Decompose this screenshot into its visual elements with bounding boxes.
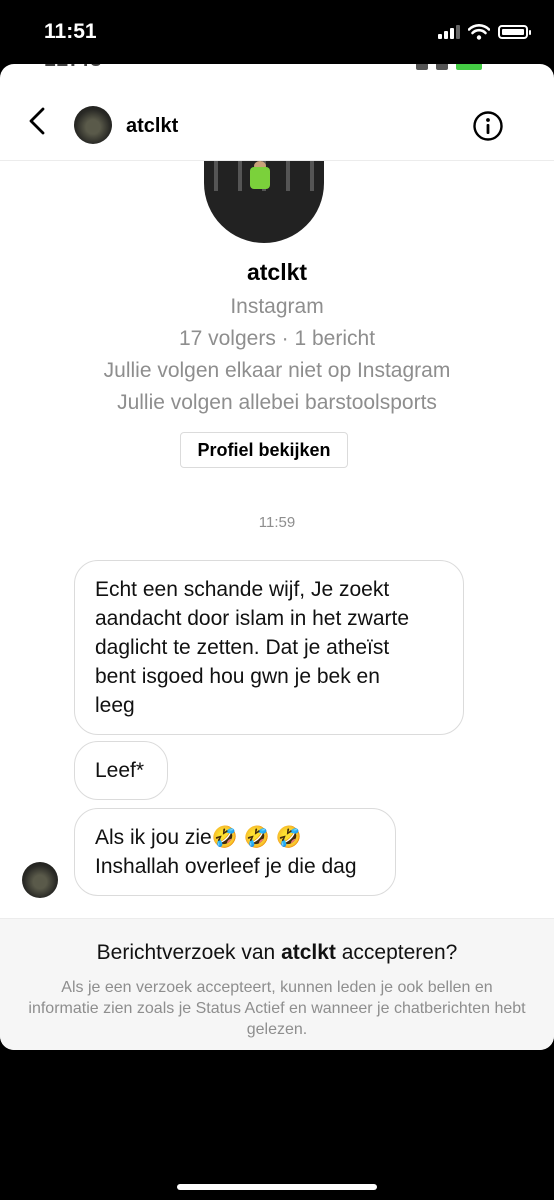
home-indicator[interactable] (177, 1184, 377, 1190)
embedded-status-icons (416, 64, 482, 70)
profile-subtitle: Instagram (230, 295, 324, 318)
message-line: leeg (95, 694, 135, 717)
wifi-icon (468, 24, 490, 40)
embedded-status-time: 12:48 (44, 64, 103, 72)
message-line: Leef* (95, 759, 145, 782)
avatar[interactable] (74, 106, 112, 144)
message-line: daglicht te zetten. Dat je atheïst (95, 636, 390, 659)
message-bubble[interactable]: Als ik jou zie🤣 🤣 🤣 Inshallah overleef j… (74, 808, 396, 896)
request-title-user: atclkt (281, 941, 336, 964)
message-line: Inshallah overleef je die dag (95, 855, 357, 878)
embedded-status-bar: 12:48 (0, 64, 554, 72)
sender-avatar[interactable] (22, 862, 58, 898)
profile-picture[interactable] (204, 161, 324, 243)
status-bar: 11:51 (0, 0, 554, 64)
request-description: Als je een verzoek accepteert, kunnen le… (28, 979, 526, 1038)
profile-name: atclkt (246, 259, 308, 285)
request-title-suffix: accepteren? (335, 941, 458, 964)
message-timestamp: 11:59 (258, 514, 296, 531)
request-title-prefix: Berichtverzoek van (96, 941, 282, 964)
message-line: Echt een schande wijf, Je zoekt (95, 578, 390, 601)
status-icons (438, 24, 531, 40)
follow-note-1: Jullie volgen elkaar niet op Instagram (103, 359, 451, 382)
follow-note-2: Jullie volgen allebei barstoolsports (117, 391, 437, 414)
message-bubble[interactable]: Leef* (74, 741, 168, 800)
info-icon[interactable] (472, 110, 504, 142)
battery-icon (498, 25, 531, 39)
message-bubble[interactable]: Echt een schande wijf, Je zoekt aandacht… (74, 560, 464, 735)
message-line: aandacht door islam in het zwarte (95, 607, 410, 630)
back-arrow-icon[interactable] (26, 106, 50, 136)
profile-stats: 17 volgers · 1 bericht (178, 327, 376, 350)
message-line: Als ik jou zie🤣 🤣 🤣 (95, 826, 302, 849)
chat-header: atclkt (0, 86, 554, 161)
message-request-panel: Berichtverzoek van atclkt accepteren? Al… (0, 918, 554, 1050)
status-time: 11:51 (44, 20, 97, 43)
header-username[interactable]: atclkt (126, 115, 178, 138)
message-line: bent isgoed hou gwn je bek en (95, 665, 380, 688)
view-profile-button[interactable]: Profiel bekijken (180, 432, 348, 468)
screenshot-card: 12:48 atclkt atclkt Instagram 17 volgers… (0, 64, 554, 1050)
request-title: Berichtverzoek van atclkt accepteren? (0, 941, 554, 965)
signal-icon (438, 25, 460, 39)
